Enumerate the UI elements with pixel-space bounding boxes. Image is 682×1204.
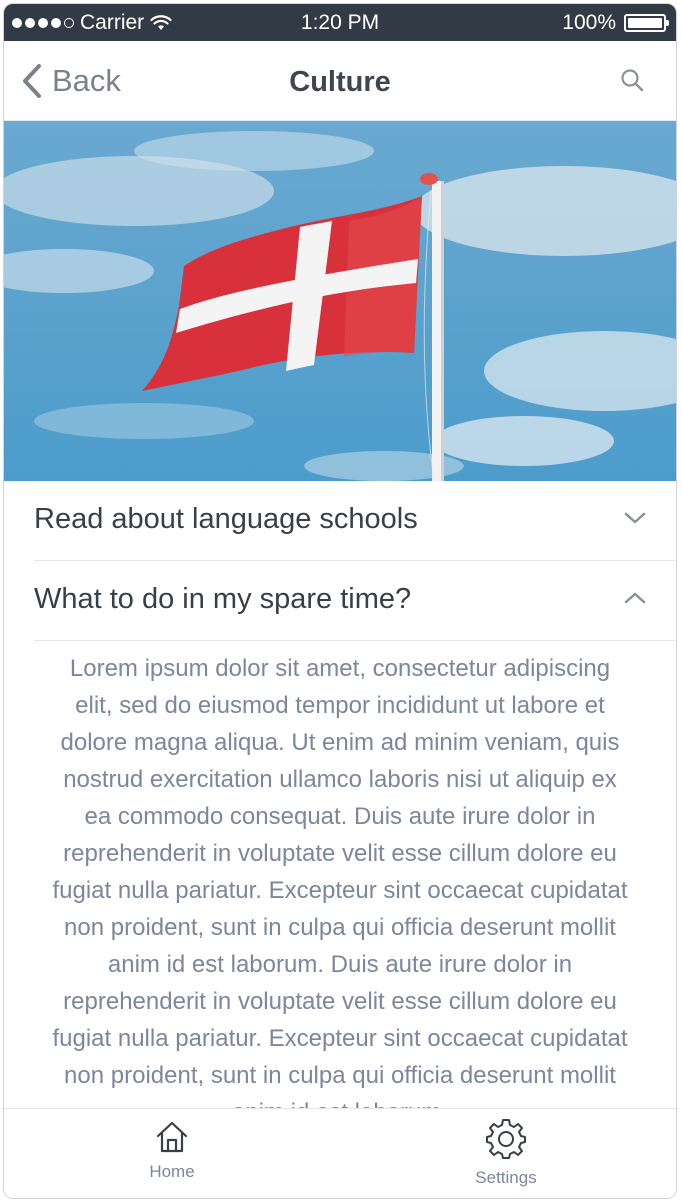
chevron-down-icon xyxy=(624,512,646,524)
accordion-item-language-schools[interactable]: Read about language schools xyxy=(34,481,676,561)
tab-home-label: Home xyxy=(149,1162,195,1181)
tab-home[interactable]: Home xyxy=(112,1119,232,1182)
tab-settings-label: Settings xyxy=(475,1168,537,1187)
status-bar: Carrier 1:20 PM 100% xyxy=(4,4,676,41)
status-right: 100% xyxy=(562,11,669,35)
tab-settings[interactable]: Settings xyxy=(446,1117,566,1188)
search-icon xyxy=(621,69,644,92)
page-title: Culture xyxy=(289,66,391,98)
accordion-label: What to do in my spare time? xyxy=(34,583,412,615)
danish-flag-image xyxy=(4,121,676,481)
nav-bar: Back Culture xyxy=(4,41,676,121)
battery-icon xyxy=(624,14,669,32)
tab-bar: Home Settings xyxy=(4,1108,676,1198)
accordion-label: Read about language schools xyxy=(34,503,418,535)
gear-icon xyxy=(486,1119,526,1159)
home-icon xyxy=(156,1121,188,1153)
hero-image xyxy=(4,121,676,481)
battery-level xyxy=(628,18,662,28)
accordion-body-text: Lorem ipsum dolor sit amet, consectetur … xyxy=(52,655,628,1112)
chevron-up-icon xyxy=(624,592,646,604)
search-button[interactable] xyxy=(620,68,644,97)
accordion-item-spare-time[interactable]: What to do in my spare time? xyxy=(34,561,676,641)
battery-percent: 100% xyxy=(562,11,616,34)
phone-frame: Carrier 1:20 PM 100% Back Culture Read a… xyxy=(3,3,677,1199)
